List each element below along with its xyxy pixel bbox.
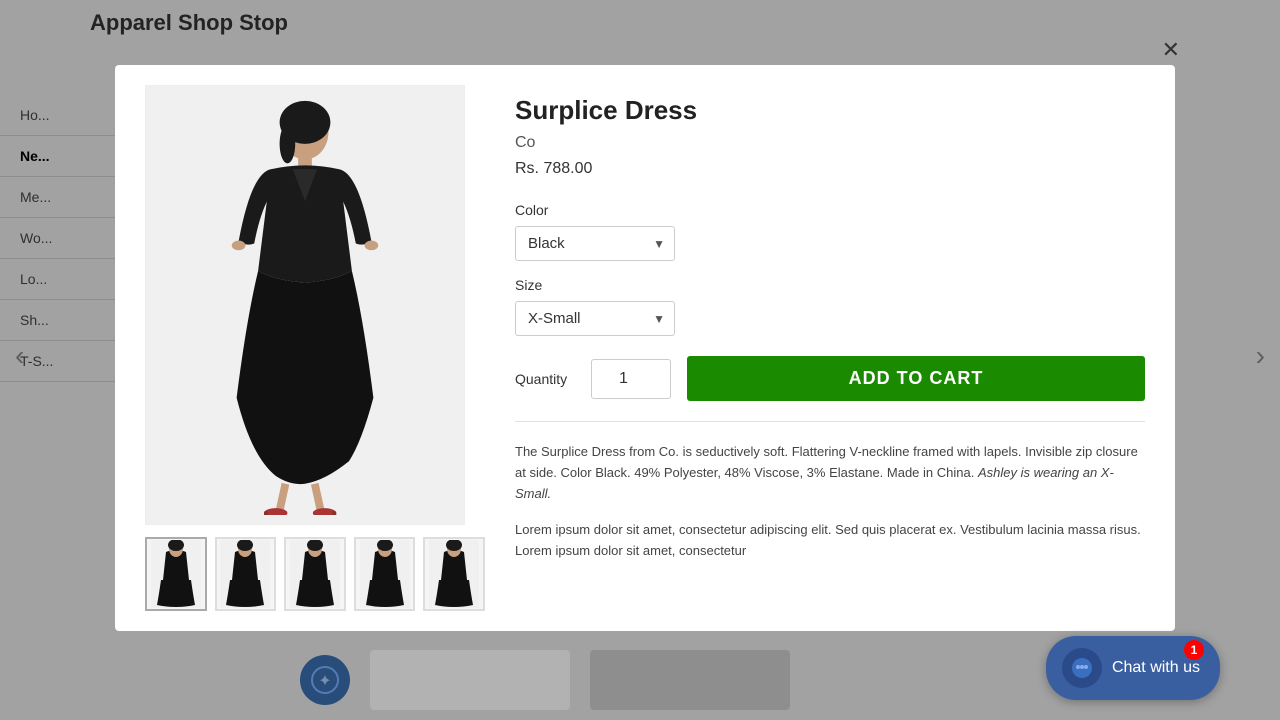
quantity-input[interactable]: [591, 359, 671, 399]
main-product-image: [145, 85, 465, 525]
product-description-extra: Lorem ipsum dolor sit amet, consectetur …: [515, 520, 1145, 562]
product-price: Rs. 788.00: [515, 160, 1145, 178]
thumbnail-4[interactable]: [354, 537, 416, 611]
size-label: Size: [515, 277, 1145, 293]
product-images-section: [145, 85, 485, 611]
color-select[interactable]: Black White Blue: [515, 226, 675, 261]
thumbnail-1[interactable]: [145, 537, 207, 611]
product-brand: Co: [515, 134, 1145, 152]
add-to-cart-button[interactable]: ADD TO CART: [687, 356, 1145, 401]
product-description: The Surplice Dress from Co. is seductive…: [515, 442, 1145, 504]
size-select[interactable]: X-Small Small Medium Large: [515, 301, 675, 336]
divider: [515, 421, 1145, 422]
dress-svg: [195, 95, 415, 515]
size-select-wrapper: X-Small Small Medium Large ▼: [515, 301, 675, 336]
chat-icon: [1062, 648, 1102, 688]
color-label: Color: [515, 202, 1145, 218]
thumbnail-2[interactable]: [215, 537, 277, 611]
chat-badge: 1: [1184, 640, 1204, 660]
thumbnail-list: [145, 537, 485, 611]
chat-label: Chat with us: [1112, 659, 1200, 677]
product-info-section: Surplice Dress Co Rs. 788.00 Color Black…: [515, 85, 1145, 611]
thumbnail-5[interactable]: [423, 537, 485, 611]
quantity-row: Quantity ADD TO CART: [515, 356, 1145, 401]
modal-overlay: ✕: [0, 0, 1280, 720]
product-modal: ✕: [115, 65, 1175, 631]
quantity-label-text: Quantity: [515, 371, 575, 387]
close-button[interactable]: ✕: [1162, 37, 1180, 63]
chat-widget[interactable]: Chat with us 1: [1046, 636, 1220, 700]
thumbnail-3[interactable]: [284, 537, 346, 611]
color-select-wrapper: Black White Blue ▼: [515, 226, 675, 261]
modal-body: Surplice Dress Co Rs. 788.00 Color Black…: [115, 65, 1175, 631]
product-title: Surplice Dress: [515, 95, 1145, 126]
